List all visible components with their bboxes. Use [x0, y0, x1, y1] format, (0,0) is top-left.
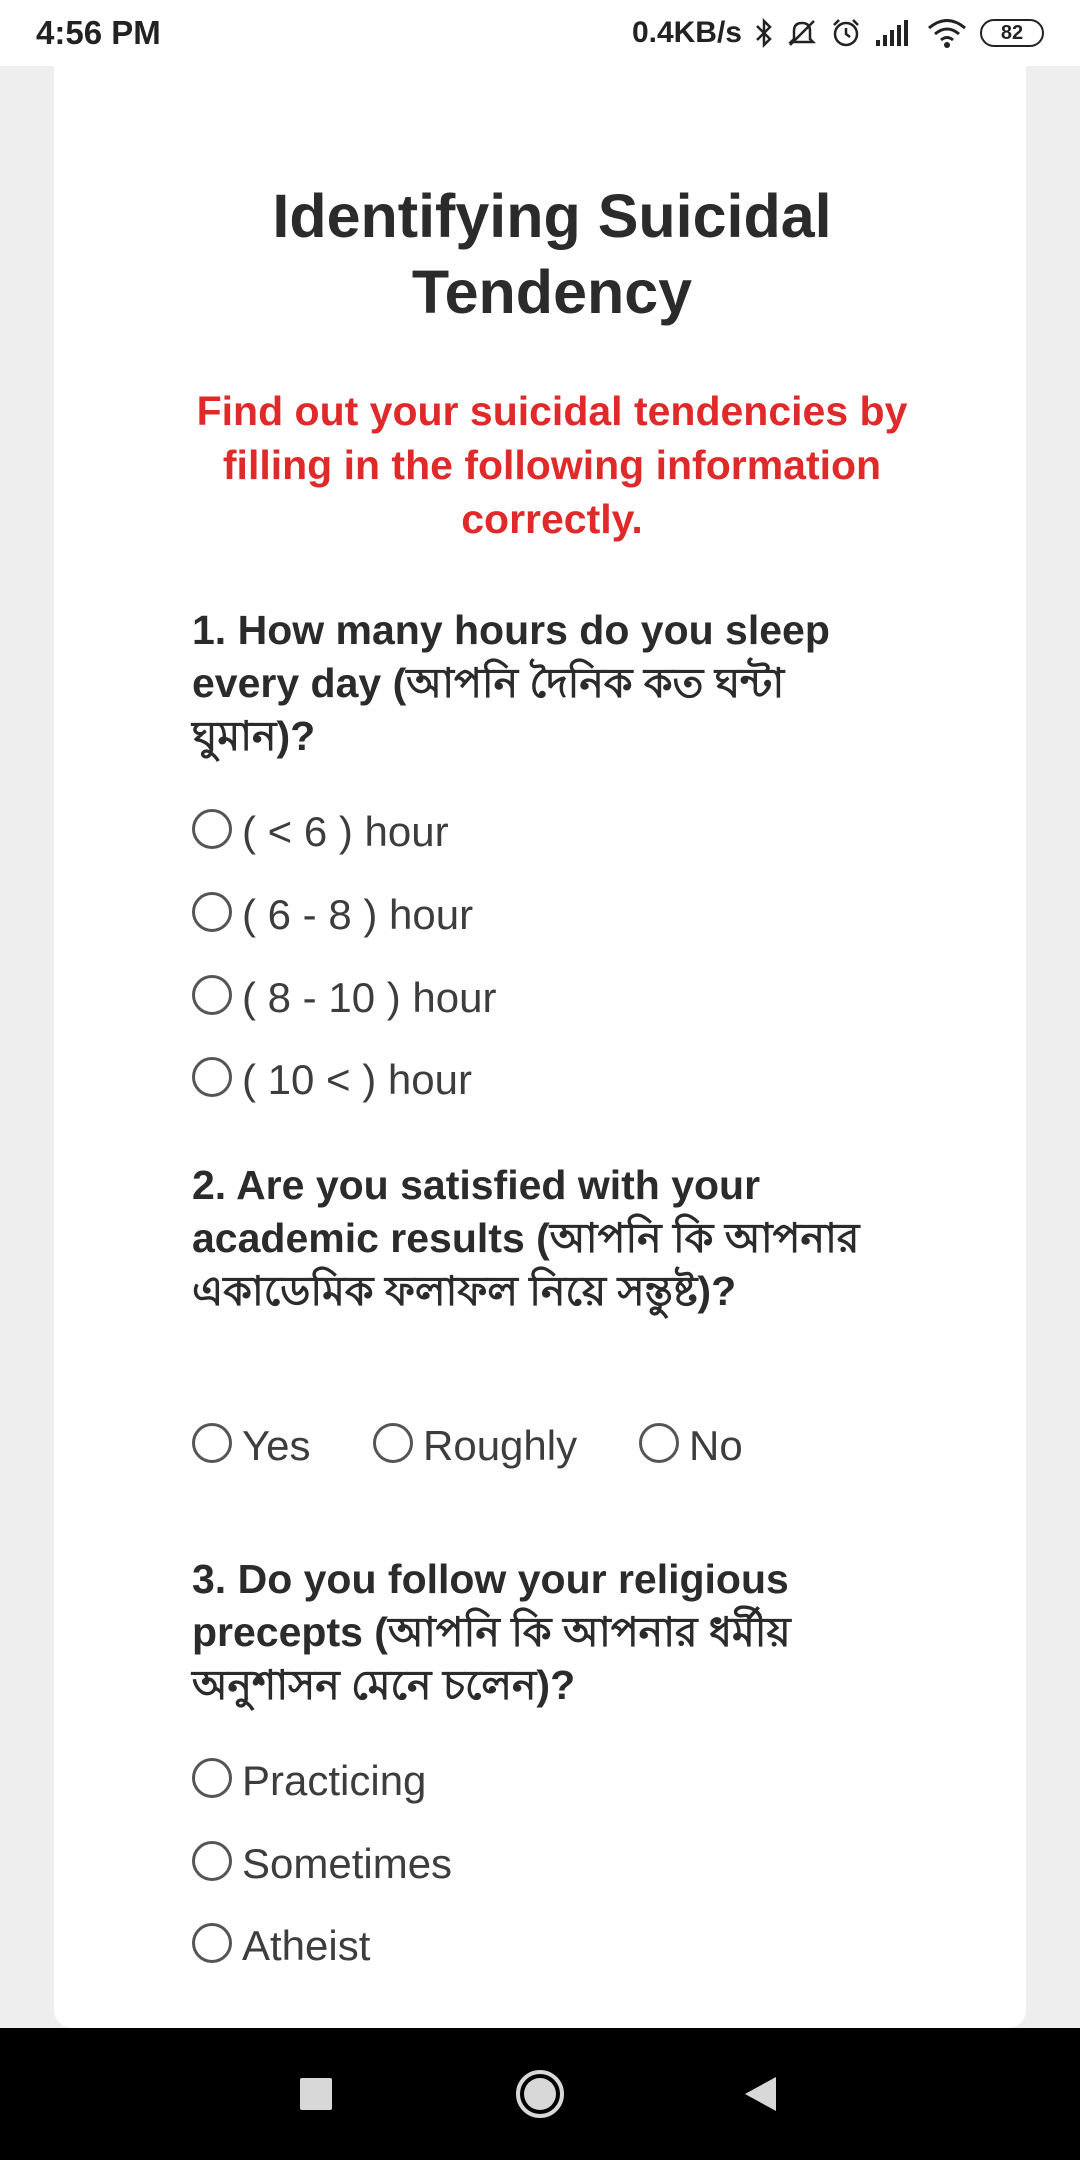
option-label: ( < 6 ) hour: [242, 808, 449, 855]
radio-button[interactable]: [192, 1423, 232, 1463]
radio-button[interactable]: [639, 1423, 679, 1463]
q1-option-less-6[interactable]: ( < 6 ) hour: [192, 806, 449, 858]
radio-button[interactable]: [192, 1923, 232, 1963]
mute-icon: [786, 17, 818, 49]
option-label: No: [689, 1422, 743, 1469]
option-label: ( 10 < ) hour: [242, 1056, 472, 1103]
radio-button[interactable]: [192, 892, 232, 932]
back-icon[interactable]: [720, 2054, 800, 2134]
q3-option-practicing[interactable]: Practicing: [192, 1755, 426, 1807]
status-icons: 0.4KB/s 82: [632, 16, 1044, 50]
question-3: 3. Do you follow your religious precepts…: [192, 1556, 791, 1708]
q3-option-atheist[interactable]: Atheist: [192, 1920, 370, 1972]
alarm-icon: [830, 17, 862, 49]
q2-option-roughly[interactable]: Roughly: [373, 1420, 577, 1472]
question-1: 1. How many hours do you sleep every day…: [192, 607, 830, 759]
radio-button[interactable]: [192, 1758, 232, 1798]
radio-button[interactable]: [373, 1423, 413, 1463]
q2-option-no[interactable]: No: [639, 1420, 743, 1472]
radio-button[interactable]: [192, 975, 232, 1015]
option-label: Sometimes: [242, 1840, 453, 1887]
status-bar: 4:56 PM 0.4KB/s 82: [0, 0, 1080, 66]
home-icon[interactable]: [500, 2054, 580, 2134]
q1-option-8-10[interactable]: ( 8 - 10 ) hour: [192, 972, 496, 1024]
q2-option-yes[interactable]: Yes: [192, 1420, 311, 1472]
option-label: Practicing: [242, 1757, 427, 1804]
radio-button[interactable]: [192, 809, 232, 849]
option-label: Roughly: [423, 1422, 578, 1469]
wifi-icon: [926, 17, 968, 49]
question-2: 2. Are you satisfied with your academic …: [192, 1162, 860, 1314]
q1-option-more-10[interactable]: ( 10 < ) hour: [192, 1054, 472, 1106]
radio-button[interactable]: [192, 1057, 232, 1097]
option-label: Yes: [242, 1422, 311, 1469]
option-label: Atheist: [242, 1922, 371, 1969]
option-label: ( 6 - 8 ) hour: [242, 891, 474, 938]
form-title: Identifying Suicidal Tendency: [272, 182, 832, 326]
form-subtitle: Find out your suicidal tendencies by fil…: [196, 388, 908, 542]
battery-icon: 82: [980, 19, 1044, 47]
network-speed: 0.4KB/s: [631, 16, 742, 49]
signal-icon: [874, 18, 914, 48]
recents-icon[interactable]: [276, 2054, 356, 2134]
radio-button[interactable]: [192, 1841, 232, 1881]
bluetooth-icon: [754, 17, 774, 49]
navigation-bar: [0, 2028, 1080, 2160]
form-card: Identifying Suicidal Tendency Find out y…: [54, 66, 1026, 2028]
option-label: ( 8 - 10 ) hour: [242, 974, 497, 1021]
q1-option-6-8[interactable]: ( 6 - 8 ) hour: [192, 889, 473, 941]
status-time: 4:56 PM: [36, 14, 161, 51]
q3-option-sometimes[interactable]: Sometimes: [192, 1838, 452, 1890]
